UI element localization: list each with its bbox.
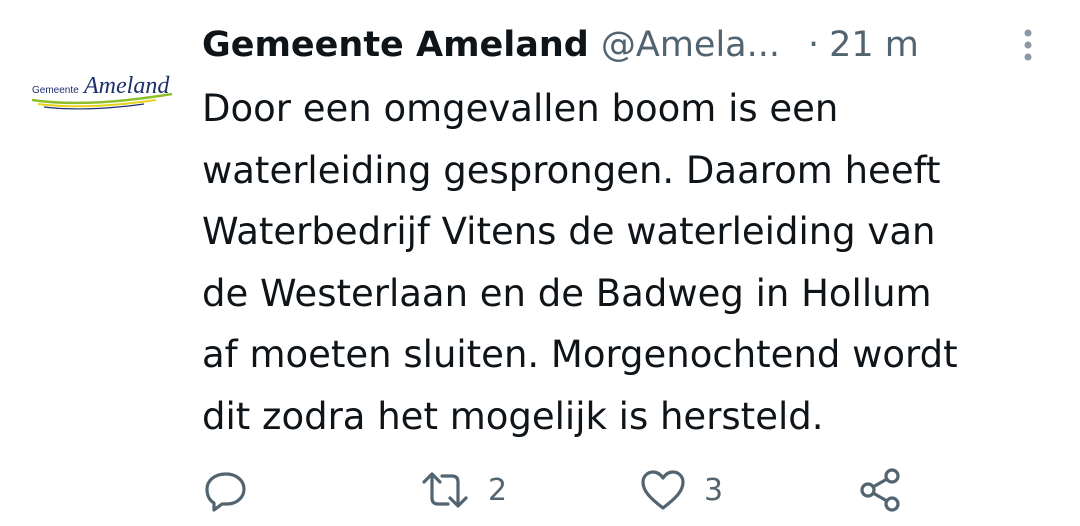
more-options-icon[interactable] — [1018, 28, 1038, 62]
user-handle[interactable]: @Amela... — [601, 25, 780, 65]
retweet-count: 2 — [488, 472, 508, 508]
reply-button[interactable] — [204, 462, 266, 518]
display-name[interactable]: Gemeente Ameland — [202, 25, 589, 65]
tweet-text: Door een omgevallen boom is een waterlei… — [202, 87, 958, 438]
tweet-actions: 2 3 — [0, 462, 1080, 518]
avatar[interactable]: Gemeente Ameland — [26, 52, 176, 122]
reply-icon — [205, 472, 246, 512]
heart-icon — [641, 470, 685, 510]
retweet-icon — [422, 472, 468, 508]
share-button[interactable] — [858, 462, 904, 518]
tweet-time[interactable]: 21 m — [829, 25, 919, 65]
share-icon — [860, 468, 900, 512]
avatar-logo-small-text: Gemeente — [32, 85, 79, 96]
separator-dot: · — [808, 25, 820, 65]
retweet-button[interactable]: 2 — [420, 462, 507, 518]
like-count: 3 — [704, 472, 724, 508]
tweet-header: Gemeente Ameland @Amela... · 21 m — [202, 22, 1042, 68]
like-button[interactable]: 3 — [640, 462, 723, 518]
